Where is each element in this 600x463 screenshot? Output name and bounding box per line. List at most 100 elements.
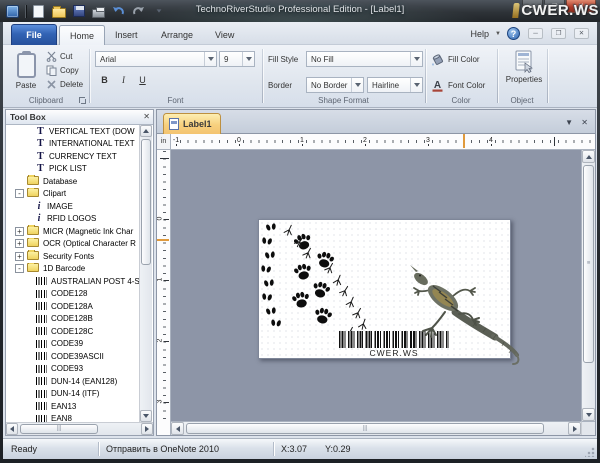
scroll-down-icon[interactable] [140,410,152,422]
tree-item[interactable]: iRFID LOGOS [6,213,153,226]
toolbox-panel: Tool Box ✕ TVERTICAL TEXT (DOWTINTERNATI… [5,109,154,436]
tree-item[interactable]: AUSTRALIAN POST 4-S [6,275,153,288]
scroll-right-icon[interactable] [141,423,153,435]
tree-item[interactable]: CODE128A [6,300,153,313]
tree-item[interactable]: DUN-14 (ITF) [6,388,153,401]
tree-item[interactable]: EAN13 [6,400,153,413]
scroll-down-icon[interactable] [582,408,595,421]
tree-item[interactable]: CODE128C [6,325,153,338]
copy-button[interactable]: Copy [46,64,79,77]
tree-item[interactable]: TINTERNATIONAL TEXT [6,138,153,151]
collapse-icon[interactable]: - [15,264,24,273]
tree-item[interactable]: TVERTICAL TEXT (DOW [6,125,153,138]
v-ruler: 0123 [157,150,171,435]
info-icon: i [36,201,42,212]
scroll-left-icon[interactable] [6,423,18,435]
font-group-label: Font [89,96,262,105]
delete-icon [46,79,57,90]
tab-insert[interactable]: Insert [105,26,148,45]
scissors-icon [46,51,57,62]
scrollbar-thumb[interactable]: ||| [20,424,98,434]
tree-item[interactable]: -1D Barcode [6,263,153,276]
tree-item[interactable]: + MICR (Magnetic Ink Char [6,225,153,238]
border-style-combo[interactable]: No Border [306,77,364,93]
design-canvas[interactable]: CWER.WS [171,150,581,435]
cut-button[interactable]: Cut [46,50,72,63]
document-tab[interactable]: Label1 [163,113,221,134]
fill-color-button[interactable]: Fill Color [431,51,480,67]
help-icon[interactable]: ? [507,27,520,40]
tab-arrange[interactable]: Arrange [151,26,203,45]
font-color-button[interactable]: A Font Color [431,77,485,93]
barcode-icon [36,290,47,298]
child-close-button[interactable]: ✕ [574,28,589,39]
child-restore-button[interactable]: ❐ [551,28,566,39]
tree-item[interactable]: TCURRENCY TEXT [6,150,153,163]
tab-close-icon[interactable]: ✕ [581,118,588,127]
minimize-button[interactable]: ▬ [522,0,543,13]
tab-file[interactable]: File [11,24,57,45]
close-button[interactable]: ✕ [566,0,596,13]
scroll-up-icon[interactable] [582,150,595,163]
tree-item[interactable]: CODE93 [6,363,153,376]
tree-item[interactable]: EAN8 [6,413,153,423]
folder-icon [27,226,39,235]
tree-item[interactable]: CODE128B [6,313,153,326]
resize-grip[interactable] [585,447,595,457]
collapse-icon[interactable]: - [15,189,24,198]
barcode-icon [36,340,47,348]
help-menu[interactable]: Help [471,29,490,39]
tree-item-label: CODE128C [51,327,93,336]
scroll-left-icon[interactable] [171,422,184,435]
tree-item[interactable]: CODE39ASCII [6,350,153,363]
delete-button[interactable]: Delete [46,78,83,91]
group-separator [262,49,263,103]
tree-item[interactable]: Database [6,175,153,188]
tree-item[interactable]: -Clipart [6,188,153,201]
scrollbar-thumb[interactable]: ≡ [583,165,594,363]
font-size-combo[interactable]: 9 [219,51,255,67]
color-group-label: Color [425,96,497,105]
tree-item[interactable]: iIMAGE [6,200,153,213]
bold-button[interactable]: B [96,72,113,88]
border-weight-combo[interactable]: Hairline [367,77,423,93]
expand-icon[interactable]: + [15,252,24,261]
group-separator [547,49,548,103]
tree-item[interactable]: TPICK LIST [6,163,153,176]
tree-item-label: MICR (Magnetic Ink Char [43,227,133,236]
clipboard-dialog-launcher-icon[interactable] [79,97,86,104]
border-label: Border [268,81,292,90]
tree-item[interactable]: CODE39 [6,338,153,351]
fill-style-label: Fill Style [268,55,298,64]
scroll-up-icon[interactable] [140,125,152,137]
tab-home[interactable]: Home [59,25,105,46]
child-minimize-button[interactable]: ─ [528,28,543,39]
toolbox-title: Tool Box [10,112,46,122]
maximize-button[interactable]: ▢ [544,0,565,13]
tab-list-dropdown-icon[interactable]: ▼ [565,118,573,127]
toolbox-header: Tool Box ✕ [6,110,153,125]
fill-style-combo[interactable]: No Fill [306,51,423,67]
font-name-combo[interactable]: Arial [95,51,217,67]
scrollbar-thumb[interactable] [141,139,151,265]
tab-view[interactable]: View [205,26,244,45]
canvas-hscrollbar[interactable]: ||| [171,421,581,435]
italic-button[interactable]: I [115,72,132,88]
tree-item[interactable]: DUN-14 (EAN128) [6,375,153,388]
h-ruler-number: 3 [425,137,431,144]
canvas-vscrollbar[interactable]: ≡ [581,150,595,435]
expand-icon[interactable]: + [15,227,24,236]
tree-item[interactable]: +OCR (Optical Character R [6,238,153,251]
properties-button[interactable]: Properties [502,49,546,84]
tree-item[interactable]: +Security Fonts [6,250,153,263]
underline-button[interactable]: U [134,72,151,88]
toolbox-vscrollbar[interactable] [139,125,152,422]
lizard-image[interactable] [403,262,533,372]
expand-icon[interactable]: + [15,239,24,248]
toolbox-hscrollbar[interactable]: ||| [6,422,153,435]
toolbox-close-icon[interactable]: ✕ [143,112,150,122]
tree-item[interactable]: CODE128 [6,288,153,301]
scrollbar-thumb[interactable]: ||| [186,423,544,434]
paste-button[interactable]: Paste [9,49,43,102]
scroll-right-icon[interactable] [568,422,581,435]
